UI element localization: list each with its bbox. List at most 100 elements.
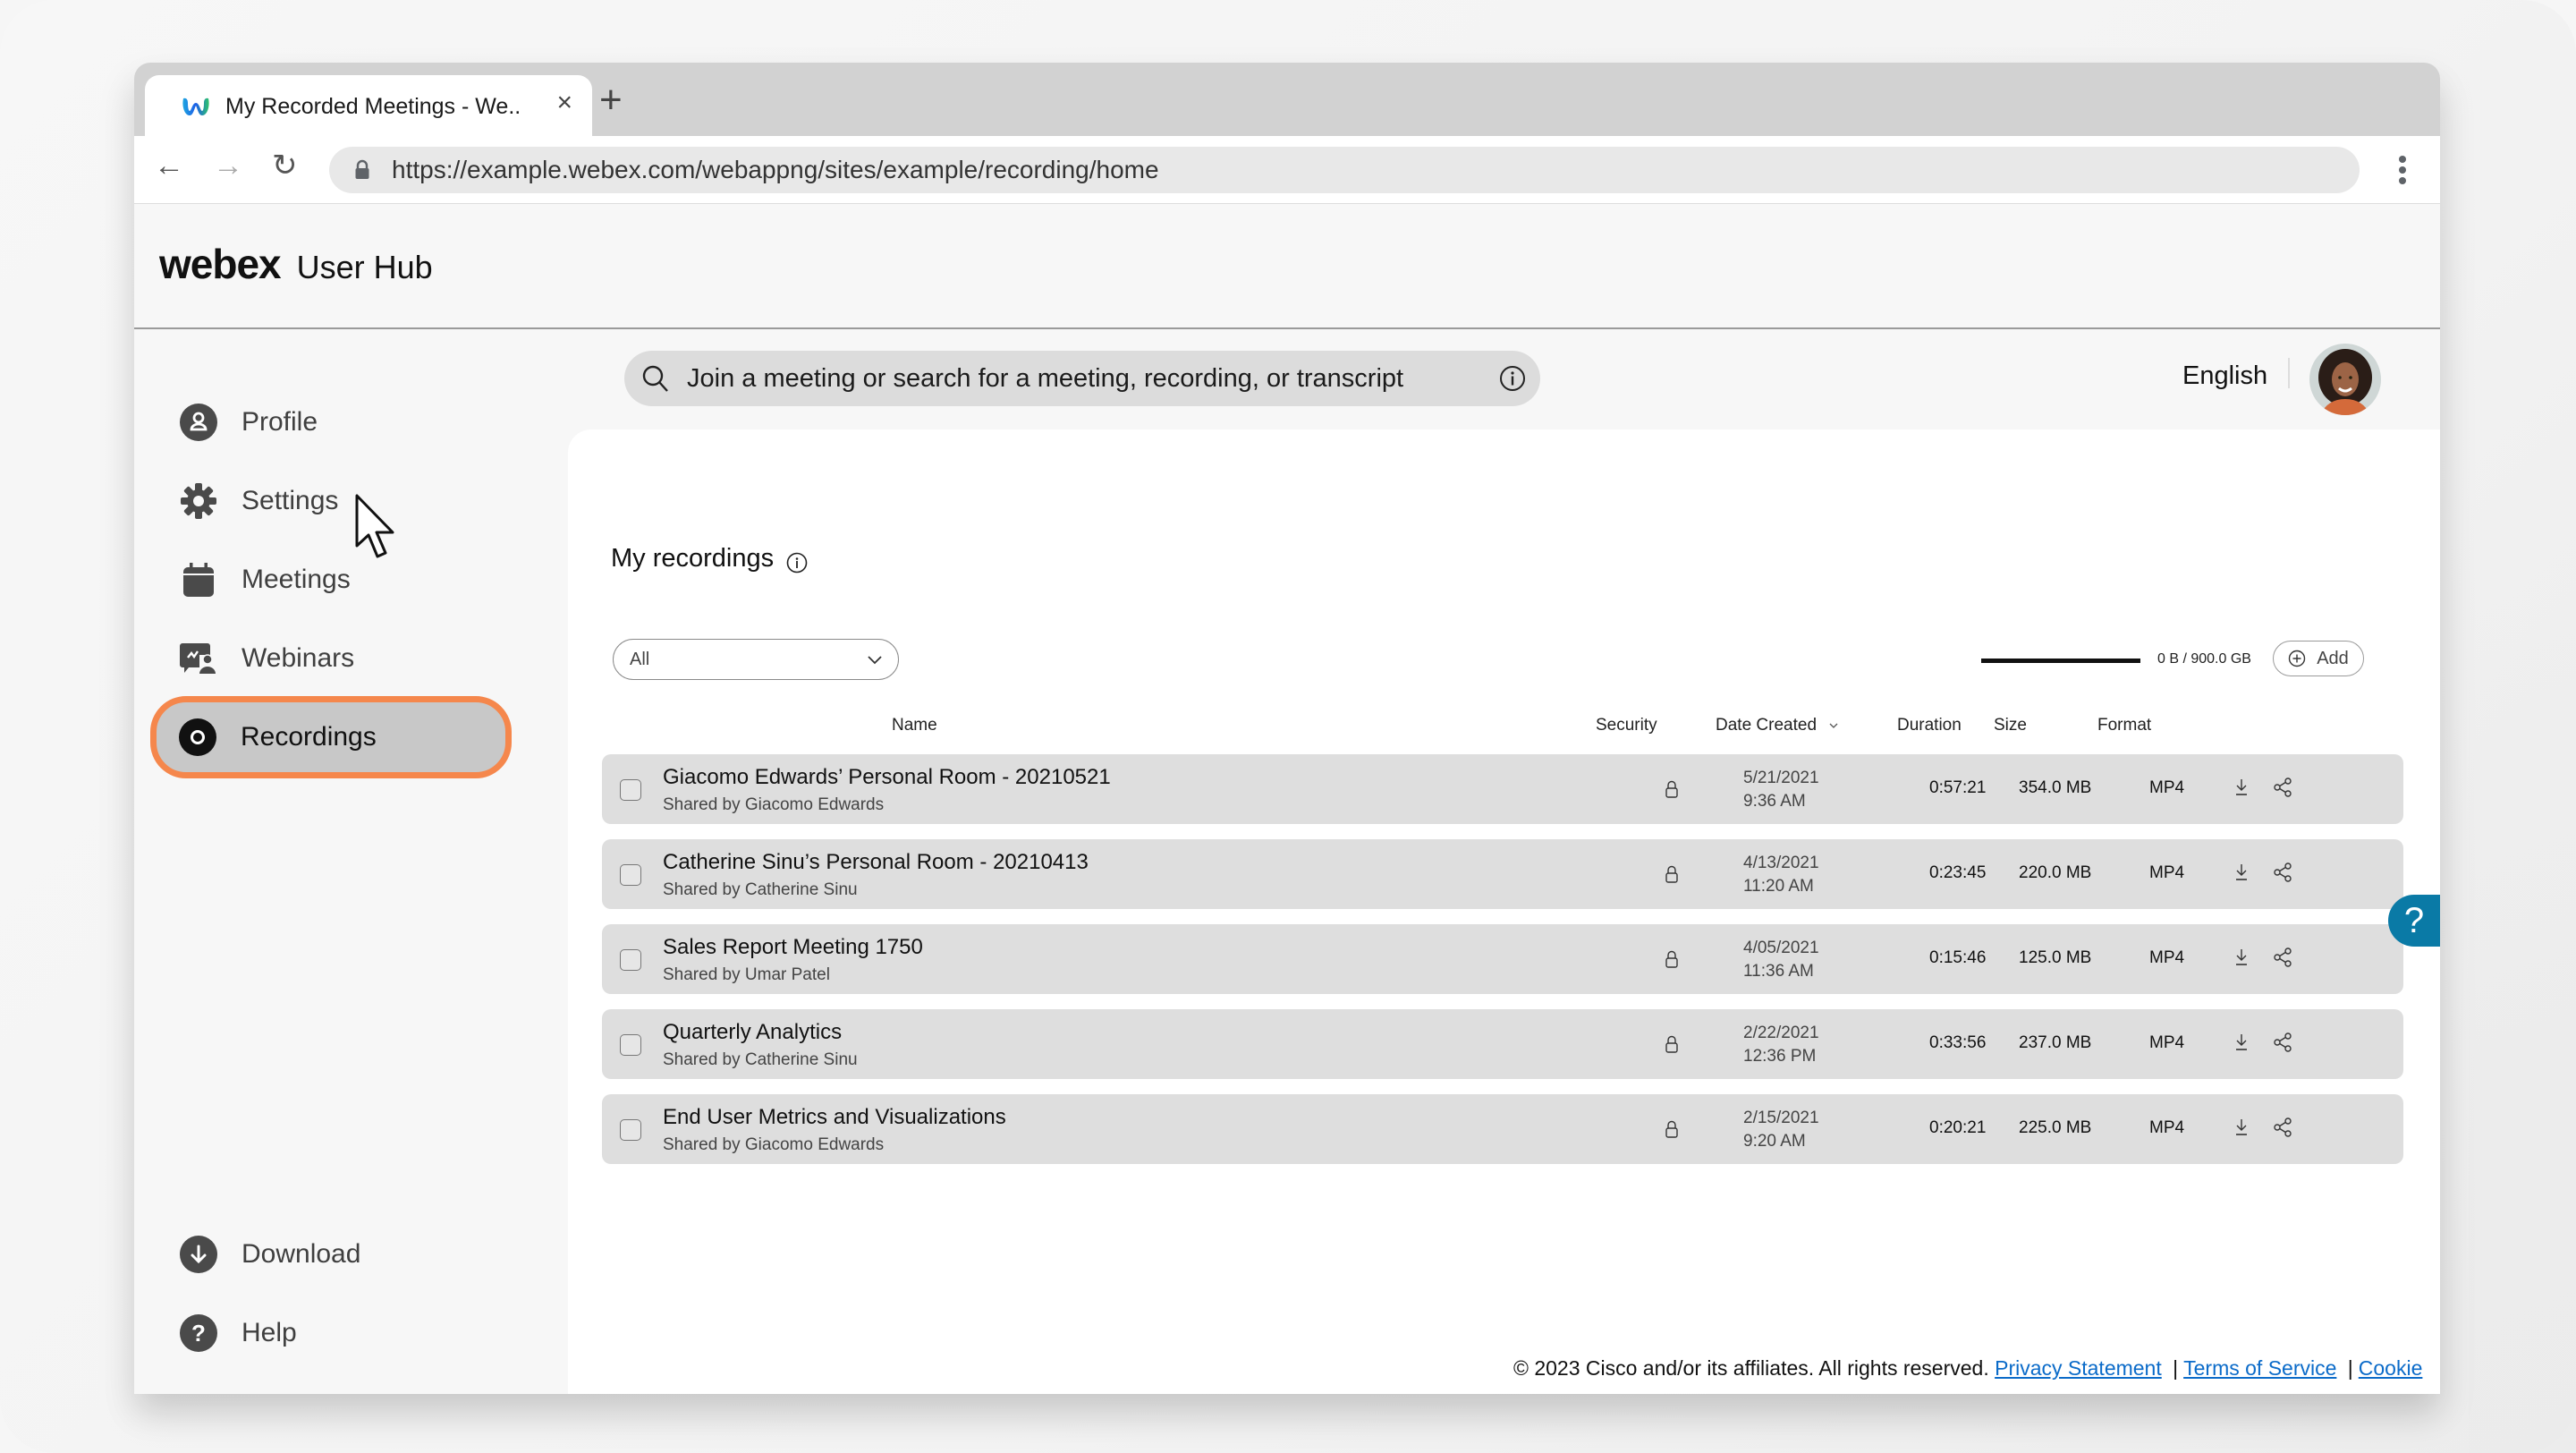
privacy-statement-link[interactable]: Privacy Statement [1995, 1356, 2162, 1380]
info-icon[interactable] [786, 552, 808, 574]
lock-icon [355, 159, 369, 179]
share-icon[interactable] [2273, 947, 2294, 968]
sidebar-item-settings[interactable]: Settings [152, 465, 510, 537]
sidebar-item-label: Download [242, 1239, 361, 1269]
sidebar-item-label: Webinars [242, 643, 355, 673]
lock-icon [1665, 780, 1678, 798]
column-header-duration[interactable]: Duration [1897, 716, 1962, 735]
table-row[interactable]: Giacomo Edwards’ Personal Room - 2021052… [602, 754, 2403, 824]
search-input[interactable]: Join a meeting or search for a meeting, … [624, 351, 1540, 406]
sidebar-item-webinars[interactable]: Webinars [152, 623, 510, 694]
copyright-text: © 2023 Cisco and/or its affiliates. All … [1513, 1356, 1989, 1380]
info-icon[interactable] [1499, 365, 1526, 392]
add-button-label: Add [2317, 648, 2349, 668]
language-selector[interactable]: English [2182, 361, 2267, 391]
product-name: User Hub [296, 249, 433, 285]
storage-usage-bar [1981, 659, 2140, 663]
recording-format: MP4 [2149, 1033, 2185, 1052]
webinar-icon [179, 639, 218, 678]
column-header-date-created[interactable]: Date Created [1716, 716, 1839, 735]
page-title: My recordings [611, 544, 808, 574]
table-row[interactable]: Catherine Sinu’s Personal Room - 2021041… [602, 839, 2403, 909]
recording-date: 2/15/2021 [1743, 1109, 1819, 1127]
forward-arrow-icon[interactable]: → [213, 150, 243, 181]
browser-menu-icon[interactable] [2399, 156, 2408, 188]
download-icon[interactable] [2233, 862, 2250, 882]
recording-size: 220.0 MB [2019, 863, 2092, 882]
avatar[interactable] [2309, 344, 2381, 415]
webex-wordmark: webex [159, 241, 282, 287]
recording-duration: 0:23:45 [1929, 863, 1987, 882]
gear-icon [179, 481, 218, 521]
table-row[interactable]: Sales Report Meeting 1750 Shared by Umar… [602, 924, 2403, 994]
lock-icon [1665, 950, 1678, 968]
recording-time: 11:20 AM [1743, 877, 1814, 896]
floating-help-button[interactable]: ? [2388, 895, 2440, 947]
recording-size: 237.0 MB [2019, 1033, 2092, 1052]
recording-name[interactable]: Catherine Sinu’s Personal Room - 2021041… [663, 850, 1089, 875]
recording-time: 11:36 AM [1743, 962, 1814, 981]
sidebar-item-help[interactable]: ? Help [152, 1297, 510, 1369]
recording-date: 4/13/2021 [1743, 854, 1819, 872]
column-header-name[interactable]: Name [892, 716, 937, 735]
tab-close-icon[interactable]: × [556, 89, 572, 116]
download-icon[interactable] [2233, 1117, 2250, 1137]
share-icon[interactable] [2273, 862, 2294, 883]
help-icon: ? [179, 1313, 218, 1353]
recording-date-created: 4/05/2021 11:36 AM [1743, 937, 1819, 983]
new-tab-button[interactable]: + [599, 81, 623, 120]
column-header-security[interactable]: Security [1596, 716, 1657, 735]
table-row[interactable]: Quarterly Analytics Shared by Catherine … [602, 1009, 2403, 1079]
sidebar-item-download[interactable]: Download [152, 1219, 510, 1290]
sidebar-item-label: Settings [242, 486, 339, 515]
recording-duration: 0:33:56 [1929, 1033, 1987, 1052]
recording-shared-by: Shared by Catherine Sinu [663, 880, 858, 899]
table-row[interactable]: End User Metrics and Visualizations Shar… [602, 1094, 2403, 1164]
recording-name[interactable]: Giacomo Edwards’ Personal Room - 2021052… [663, 765, 1111, 790]
row-checkbox[interactable] [620, 779, 641, 801]
reload-icon[interactable]: ↻ [272, 150, 298, 181]
sidebar-item-meetings[interactable]: Meetings [152, 544, 510, 616]
recording-icon [178, 718, 217, 757]
column-header-format[interactable]: Format [2097, 716, 2151, 735]
share-icon[interactable] [2273, 777, 2294, 798]
download-icon[interactable] [2233, 777, 2250, 797]
share-icon[interactable] [2273, 1117, 2294, 1138]
recording-name[interactable]: Quarterly Analytics [663, 1020, 842, 1045]
download-icon [179, 1235, 218, 1274]
recording-name[interactable]: End User Metrics and Visualizations [663, 1105, 1006, 1130]
browser-tab-active[interactable]: My Recorded Meetings - We.. × [145, 75, 592, 138]
sidebar-item-label: Profile [242, 407, 318, 437]
url-field[interactable]: https://example.webex.com/webappng/sites… [329, 147, 2360, 193]
download-icon[interactable] [2233, 1032, 2250, 1052]
brand: webex User Hub [159, 240, 433, 288]
column-header-size[interactable]: Size [1994, 716, 2027, 735]
add-button[interactable]: Add [2273, 641, 2364, 676]
share-icon[interactable] [2273, 1032, 2294, 1053]
sidebar-item-profile[interactable]: Profile [152, 387, 510, 458]
row-checkbox[interactable] [620, 1034, 641, 1056]
plus-circle-icon [2289, 650, 2306, 667]
recording-shared-by: Shared by Giacomo Edwards [663, 795, 885, 814]
lock-icon [1665, 1035, 1678, 1053]
sort-chevron-down-icon [1829, 723, 1838, 728]
divider [2288, 358, 2290, 388]
terms-of-service-link[interactable]: Terms of Service [2183, 1356, 2336, 1380]
recording-time: 12:36 PM [1743, 1047, 1817, 1066]
webex-logo-icon [182, 98, 209, 115]
sidebar-item-label: Help [242, 1318, 297, 1347]
page-title-text: My recordings [611, 544, 775, 573]
download-icon[interactable] [2233, 947, 2250, 967]
recording-name[interactable]: Sales Report Meeting 1750 [663, 935, 923, 960]
cookie-link[interactable]: Cookie [2359, 1356, 2423, 1380]
app-header: webex User Hub [134, 204, 2440, 329]
filter-dropdown[interactable]: All [613, 639, 899, 680]
sidebar-item-recordings[interactable]: Recordings [150, 696, 512, 778]
row-checkbox[interactable] [620, 864, 641, 886]
content-panel: My recordings All 0 B / 900.0 GB Add Nam… [568, 429, 2440, 1394]
profile-icon [179, 403, 218, 442]
back-arrow-icon[interactable]: ← [154, 150, 184, 181]
row-checkbox[interactable] [620, 1119, 641, 1141]
footer: © 2023 Cisco and/or its affiliates. All … [1513, 1356, 2422, 1381]
row-checkbox[interactable] [620, 949, 641, 971]
